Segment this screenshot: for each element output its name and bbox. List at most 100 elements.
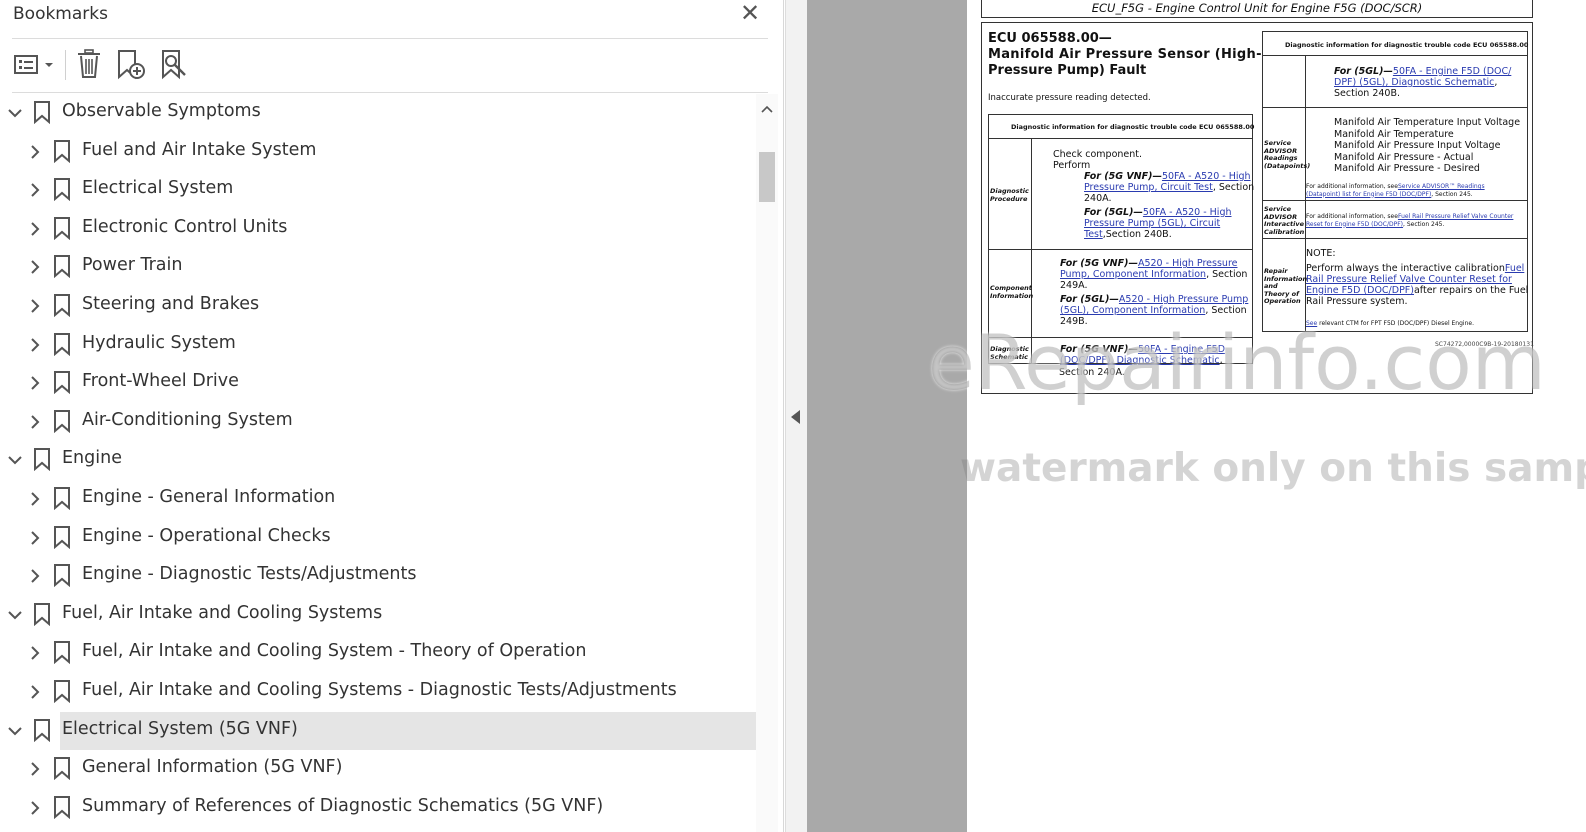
scroll-up-icon[interactable] — [759, 101, 775, 115]
collapse-panel-icon[interactable] — [791, 410, 800, 424]
variant-label: For (5GL)— — [1334, 66, 1393, 77]
component-info-link[interactable]: A520 - High Pressure — [1138, 258, 1238, 269]
panel-splitter[interactable] — [785, 0, 807, 832]
dtc-title-line2: Pressure Pump) Fault — [988, 63, 1147, 78]
note-label: NOTE: — [1306, 248, 1336, 259]
calibration-link[interactable]: Fuel — [1505, 263, 1524, 274]
row-label: Service ADVISOR Interactive Calibration — [1264, 205, 1305, 236]
chevron-right-icon[interactable] — [27, 798, 43, 818]
repair-text: after repairs on the Fuel — [1413, 285, 1529, 296]
bookmark-item-observable-symptoms[interactable]: Observable Symptoms — [0, 94, 756, 132]
row-label: Diagnostic Procedure — [990, 187, 1029, 203]
chevron-right-icon[interactable] — [27, 142, 43, 162]
find-bookmark-icon[interactable] — [158, 46, 190, 82]
chevron-right-icon[interactable] — [27, 257, 43, 277]
schematic-link[interactable]: 50FA - Engine F5D (DOC/ — [1393, 66, 1511, 77]
bookmark-label: Engine - General Information — [82, 487, 336, 507]
rule — [1263, 238, 1527, 239]
chevron-down-icon[interactable] — [7, 605, 23, 625]
note-text: , Section 245. — [1403, 220, 1445, 228]
scrollbar-thumb[interactable] — [759, 152, 775, 202]
chevron-right-icon[interactable] — [27, 528, 43, 548]
chevron-right-icon[interactable] — [27, 682, 43, 702]
circuit-test-link[interactable]: Test — [1084, 229, 1103, 240]
circuit-test-link[interactable]: 50FA - A520 - High — [1162, 171, 1251, 182]
chevron-right-icon[interactable] — [27, 412, 43, 432]
bookmark-item-air-conditioning-system[interactable]: Air-Conditioning System — [0, 403, 756, 441]
circuit-test-link[interactable]: 50FA - A520 - High — [1143, 207, 1232, 218]
schematic-link[interactable]: DPF) (5GL), Diagnostic Schematic — [1334, 77, 1494, 88]
calibration-link[interactable]: Engine F5D (DOC/DPF) — [1306, 285, 1414, 296]
component-info-link[interactable]: A520 - High Pressure Pump — [1119, 294, 1248, 305]
calibration-link[interactable]: Rail Pressure Relief Valve Counter Reset… — [1306, 274, 1512, 285]
circuit-test-link[interactable]: Pressure Pump, Circuit Test — [1084, 182, 1213, 193]
bookmark-icon — [53, 332, 71, 356]
options-menu-icon[interactable] — [12, 46, 56, 82]
bookmark-item-engine-operational-checks[interactable]: Engine - Operational Checks — [0, 519, 756, 557]
chevron-right-icon[interactable] — [27, 180, 43, 200]
bookmark-item-fuel-and-air-intake-system[interactable]: Fuel and Air Intake System — [0, 133, 756, 171]
calibration-link[interactable]: Fuel Rail Pressure Relief Valve Counter — [1398, 213, 1513, 220]
scrollbar[interactable] — [756, 94, 778, 832]
chevron-down-icon[interactable] — [7, 721, 23, 741]
bookmark-label: Hydraulic System — [82, 332, 236, 353]
readings-link[interactable]: Service ADVISOR™ Readings — [1398, 183, 1485, 190]
bookmark-item-engine-general-information[interactable]: Engine - General Information — [0, 480, 756, 518]
bookmark-icon — [53, 756, 71, 781]
datapoint-item: Manifold Air Temperature Input Voltage — [1334, 117, 1521, 128]
bookmark-item-power-train[interactable]: Power Train — [0, 248, 756, 286]
bookmark-item-general-information-5g-vnf[interactable]: General Information (5G VNF) — [0, 750, 756, 788]
section-text: , — [1494, 77, 1498, 88]
bookmark-label: Engine — [62, 448, 122, 469]
chevron-right-icon[interactable] — [27, 335, 43, 355]
add-bookmark-icon[interactable] — [114, 46, 148, 82]
chevron-right-icon[interactable] — [27, 219, 43, 239]
bookmark-label: Electrical System — [82, 178, 234, 199]
rule — [989, 138, 1252, 139]
watermark-text: eRepairinfo.com — [928, 318, 1546, 407]
calibration-link[interactable]: Reset for Engine F5D (DOC/DPF) — [1306, 221, 1403, 228]
bookmark-item-engine[interactable]: Engine — [0, 441, 756, 479]
component-info-link[interactable]: Pump, Component Information — [1060, 269, 1206, 280]
bookmark-icon — [53, 409, 71, 433]
chevron-right-icon[interactable] — [27, 759, 43, 779]
bookmark-item-front-wheel-drive[interactable]: Front-Wheel Drive — [0, 364, 756, 402]
dtc-code: ECU 065588.00— — [988, 31, 1112, 46]
note-text: For additional information, see — [1306, 183, 1398, 190]
chevron-down-icon[interactable] — [7, 450, 23, 470]
bookmark-item-electronic-control-units[interactable]: Electronic Control Units — [0, 210, 756, 248]
bookmark-item-hydraulic-system[interactable]: Hydraulic System — [0, 326, 756, 364]
bookmark-icon — [33, 447, 51, 472]
chevron-right-icon[interactable] — [27, 643, 43, 663]
diagnostic-table-right: Diagnostic information for diagnostic tr… — [1262, 31, 1528, 332]
bookmark-item-summary-of-references-of-diagnostic-schematics-5g-vnf[interactable]: Summary of References of Diagnostic Sche… — [0, 789, 756, 827]
note-text: , Section 245. — [1431, 190, 1473, 198]
dtc-summary: Inaccurate pressure reading detected. — [988, 93, 1151, 103]
section-text: Section 240B. — [1334, 88, 1400, 99]
chevron-right-icon[interactable] — [27, 373, 43, 393]
bookmark-item-engine-diagnostic-tests-adjustments[interactable]: Engine - Diagnostic Tests/Adjustments — [0, 557, 756, 595]
chevron-right-icon[interactable] — [27, 489, 43, 509]
variant-label: For (5G VNF)— — [1084, 171, 1162, 182]
divider — [12, 92, 768, 93]
bookmark-item-electrical-system-5g-vnf[interactable]: Electrical System (5G VNF) — [8, 711, 756, 750]
circuit-test-link[interactable]: Pressure Pump (5GL), Circuit — [1084, 218, 1220, 229]
table-header: Diagnostic information for diagnostic tr… — [1011, 123, 1255, 131]
readings-link[interactable]: (Datapoint) list for Engine F5D (DOC/DPF… — [1306, 191, 1431, 198]
bookmark-label: Electronic Control Units — [82, 216, 288, 237]
chevron-down-icon[interactable] — [7, 103, 23, 123]
bookmark-item-electrical-system[interactable]: Electrical System — [0, 171, 756, 209]
chevron-right-icon[interactable] — [27, 566, 43, 586]
chevron-right-icon[interactable] — [27, 296, 43, 316]
table-header: Diagnostic information for diagnostic tr… — [1285, 41, 1529, 49]
section-text: , Section — [1206, 269, 1248, 280]
document-page: ECU_F5G - Engine Control Unit for Engine… — [967, 0, 1586, 832]
close-icon[interactable]: ✕ — [738, 0, 762, 26]
bookmark-item-steering-and-brakes[interactable]: Steering and Brakes — [0, 287, 756, 325]
bookmark-item-fuel-air-intake-and-cooling-systems[interactable]: Fuel, Air Intake and Cooling Systems — [0, 596, 756, 634]
delete-bookmark-icon[interactable] — [74, 46, 104, 82]
component-info-link[interactable]: (5GL), Component Information — [1060, 305, 1205, 316]
datapoint-item: Manifold Air Pressure Input Voltage — [1334, 140, 1501, 151]
bookmark-item-fuel-air-intake-and-cooling-systems-diagnostic-tests-adjustments[interactable]: Fuel, Air Intake and Cooling Systems - D… — [0, 673, 756, 711]
bookmark-item-fuel-air-intake-and-cooling-system-theory-of-operation[interactable]: Fuel, Air Intake and Cooling System - Th… — [0, 634, 756, 672]
